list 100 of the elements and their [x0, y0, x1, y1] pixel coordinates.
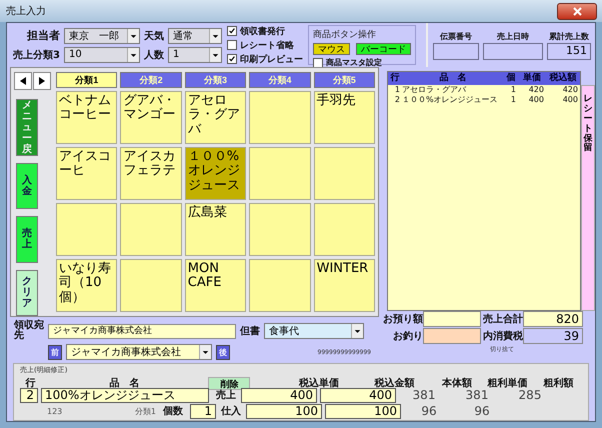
tax-field: 39: [523, 328, 583, 344]
mode-button[interactable]: バーコード: [356, 43, 411, 55]
tax-label: 内消費税: [482, 330, 523, 343]
sales-label: 売上: [215, 388, 237, 402]
checkbox-label: 領収書発行: [240, 25, 285, 38]
product-button[interactable]: [56, 203, 118, 256]
product-button[interactable]: [120, 259, 182, 312]
next-button[interactable]: [33, 72, 51, 90]
category-tab[interactable]: 分類5: [314, 72, 375, 88]
column-header: 税込額: [548, 72, 578, 85]
purchase-label: 仕入: [220, 404, 242, 418]
quantity-field[interactable]: 1: [190, 404, 216, 418]
name-field[interactable]: 100%オレンジジュース: [41, 388, 209, 402]
product-button[interactable]: [120, 203, 182, 256]
receipt-address-field[interactable]: ジャマイカ商事株式会社: [48, 324, 236, 338]
product-button[interactable]: WINTER: [314, 259, 375, 312]
amount-field[interactable]: 400: [320, 388, 396, 402]
checkbox-label: 印刷プレビュー: [240, 53, 303, 66]
row-field[interactable]: 2: [20, 388, 38, 402]
info-label: 累計売上数: [549, 30, 589, 42]
next-button[interactable]: 後: [216, 344, 230, 360]
product-button[interactable]: [249, 147, 311, 200]
product-button[interactable]: [249, 259, 311, 312]
column-label: 税込単価: [298, 376, 340, 390]
deposit-label: お預り額: [382, 312, 423, 326]
delete-button[interactable]: 削除: [208, 376, 250, 390]
checkbox[interactable]: [226, 40, 237, 50]
table-cell-text: 400: [562, 95, 579, 105]
deposit-field[interactable]: [423, 311, 481, 327]
product-button[interactable]: １００%オレンジジュース: [184, 147, 246, 200]
info-field: 151: [547, 42, 591, 60]
column-header: 行: [389, 72, 400, 85]
product-button[interactable]: 手羽先: [314, 91, 375, 144]
category-tab[interactable]: 分類4: [249, 72, 311, 88]
product-button[interactable]: MON CAFE: [184, 259, 246, 312]
memo-dropdown[interactable]: 食事代: [264, 323, 364, 339]
category-text: 分類1: [134, 406, 156, 416]
checkbox[interactable]: [226, 54, 237, 64]
product-button[interactable]: 広島菜: [184, 203, 246, 256]
column-label: 粗利額: [542, 376, 574, 390]
table-cell-text: 1: [510, 85, 517, 95]
previous-button[interactable]: [14, 72, 32, 90]
side-button[interactable]: 入金: [16, 163, 38, 210]
table-cell-text: １００%オレンジジュース: [402, 95, 499, 105]
amount-text: 381: [412, 388, 436, 402]
column-header: 品 名: [438, 72, 468, 85]
amount-field[interactable]: 400: [241, 388, 317, 402]
info-label: 売上日時: [497, 30, 529, 42]
amount-text: 96: [420, 404, 438, 418]
column-header: 単価: [522, 72, 542, 85]
amount-field[interactable]: 100: [246, 404, 322, 418]
change-label: お釣り: [392, 330, 423, 343]
table-cell-text: 1: [394, 85, 401, 95]
table-cell-text: 2: [394, 95, 401, 105]
product-button[interactable]: [249, 203, 311, 256]
product-button[interactable]: アイスカフェラテ: [120, 147, 182, 200]
people-label: 人数: [144, 48, 164, 62]
product-button[interactable]: アイスコーヒ: [56, 147, 118, 200]
quantity-label: 個数: [162, 404, 184, 418]
product-button[interactable]: ベトナムコーヒー: [56, 91, 118, 144]
staff-label: 担当者: [26, 28, 60, 43]
people-dropdown[interactable]: 1: [168, 46, 222, 62]
close-button[interactable]: [557, 2, 597, 20]
left-arrow-icon: [20, 77, 26, 85]
address-dropdown[interactable]: ジャマイカ商事株式会社: [66, 344, 212, 360]
product-button[interactable]: アセロラ・グアバ: [184, 91, 246, 144]
previous-button[interactable]: 前: [48, 344, 62, 360]
amount-text: 381: [464, 388, 490, 402]
category-tab[interactable]: 分類3: [184, 72, 246, 88]
table-cell-text: 400: [528, 95, 545, 105]
table-cell-text: 420: [528, 85, 545, 95]
table-cell-text: 420: [562, 85, 579, 95]
column-label: 粗利単価: [486, 376, 529, 390]
weather-dropdown[interactable]: 通常: [168, 28, 222, 44]
name-label: 品 名: [108, 376, 141, 390]
category-tab[interactable]: 分類1: [56, 72, 118, 88]
mode-button[interactable]: マウス: [312, 43, 350, 55]
category-dropdown[interactable]: 10: [64, 46, 140, 62]
close-icon: [572, 6, 582, 16]
side-button[interactable]: クリア: [16, 270, 38, 316]
info-field: [483, 42, 543, 60]
category-tab[interactable]: 分類2: [120, 72, 182, 88]
checkbox[interactable]: [312, 58, 323, 67]
memo-label: 但書: [240, 324, 260, 338]
product-button[interactable]: いなり寿司（10個）: [56, 259, 118, 312]
total-label: 売上合計: [482, 312, 523, 326]
receipt-address-label: 領収宛先: [14, 321, 44, 341]
staff-dropdown[interactable]: 東京 一郎: [64, 28, 140, 44]
product-button[interactable]: [249, 91, 311, 144]
product-button[interactable]: [314, 147, 375, 200]
product-button[interactable]: グアバ・マンゴー: [120, 91, 182, 144]
amount-field[interactable]: 100: [325, 404, 401, 418]
change-field: [423, 328, 481, 344]
checkbox[interactable]: [226, 26, 237, 36]
row-label: 行: [24, 376, 36, 390]
hold-receipt-button[interactable]: レシート保留: [581, 85, 595, 311]
side-button[interactable]: 売上: [16, 216, 38, 263]
category-label: 売上分類3: [13, 48, 60, 62]
table-cell-text: 1: [510, 95, 517, 105]
product-button[interactable]: [314, 203, 375, 256]
